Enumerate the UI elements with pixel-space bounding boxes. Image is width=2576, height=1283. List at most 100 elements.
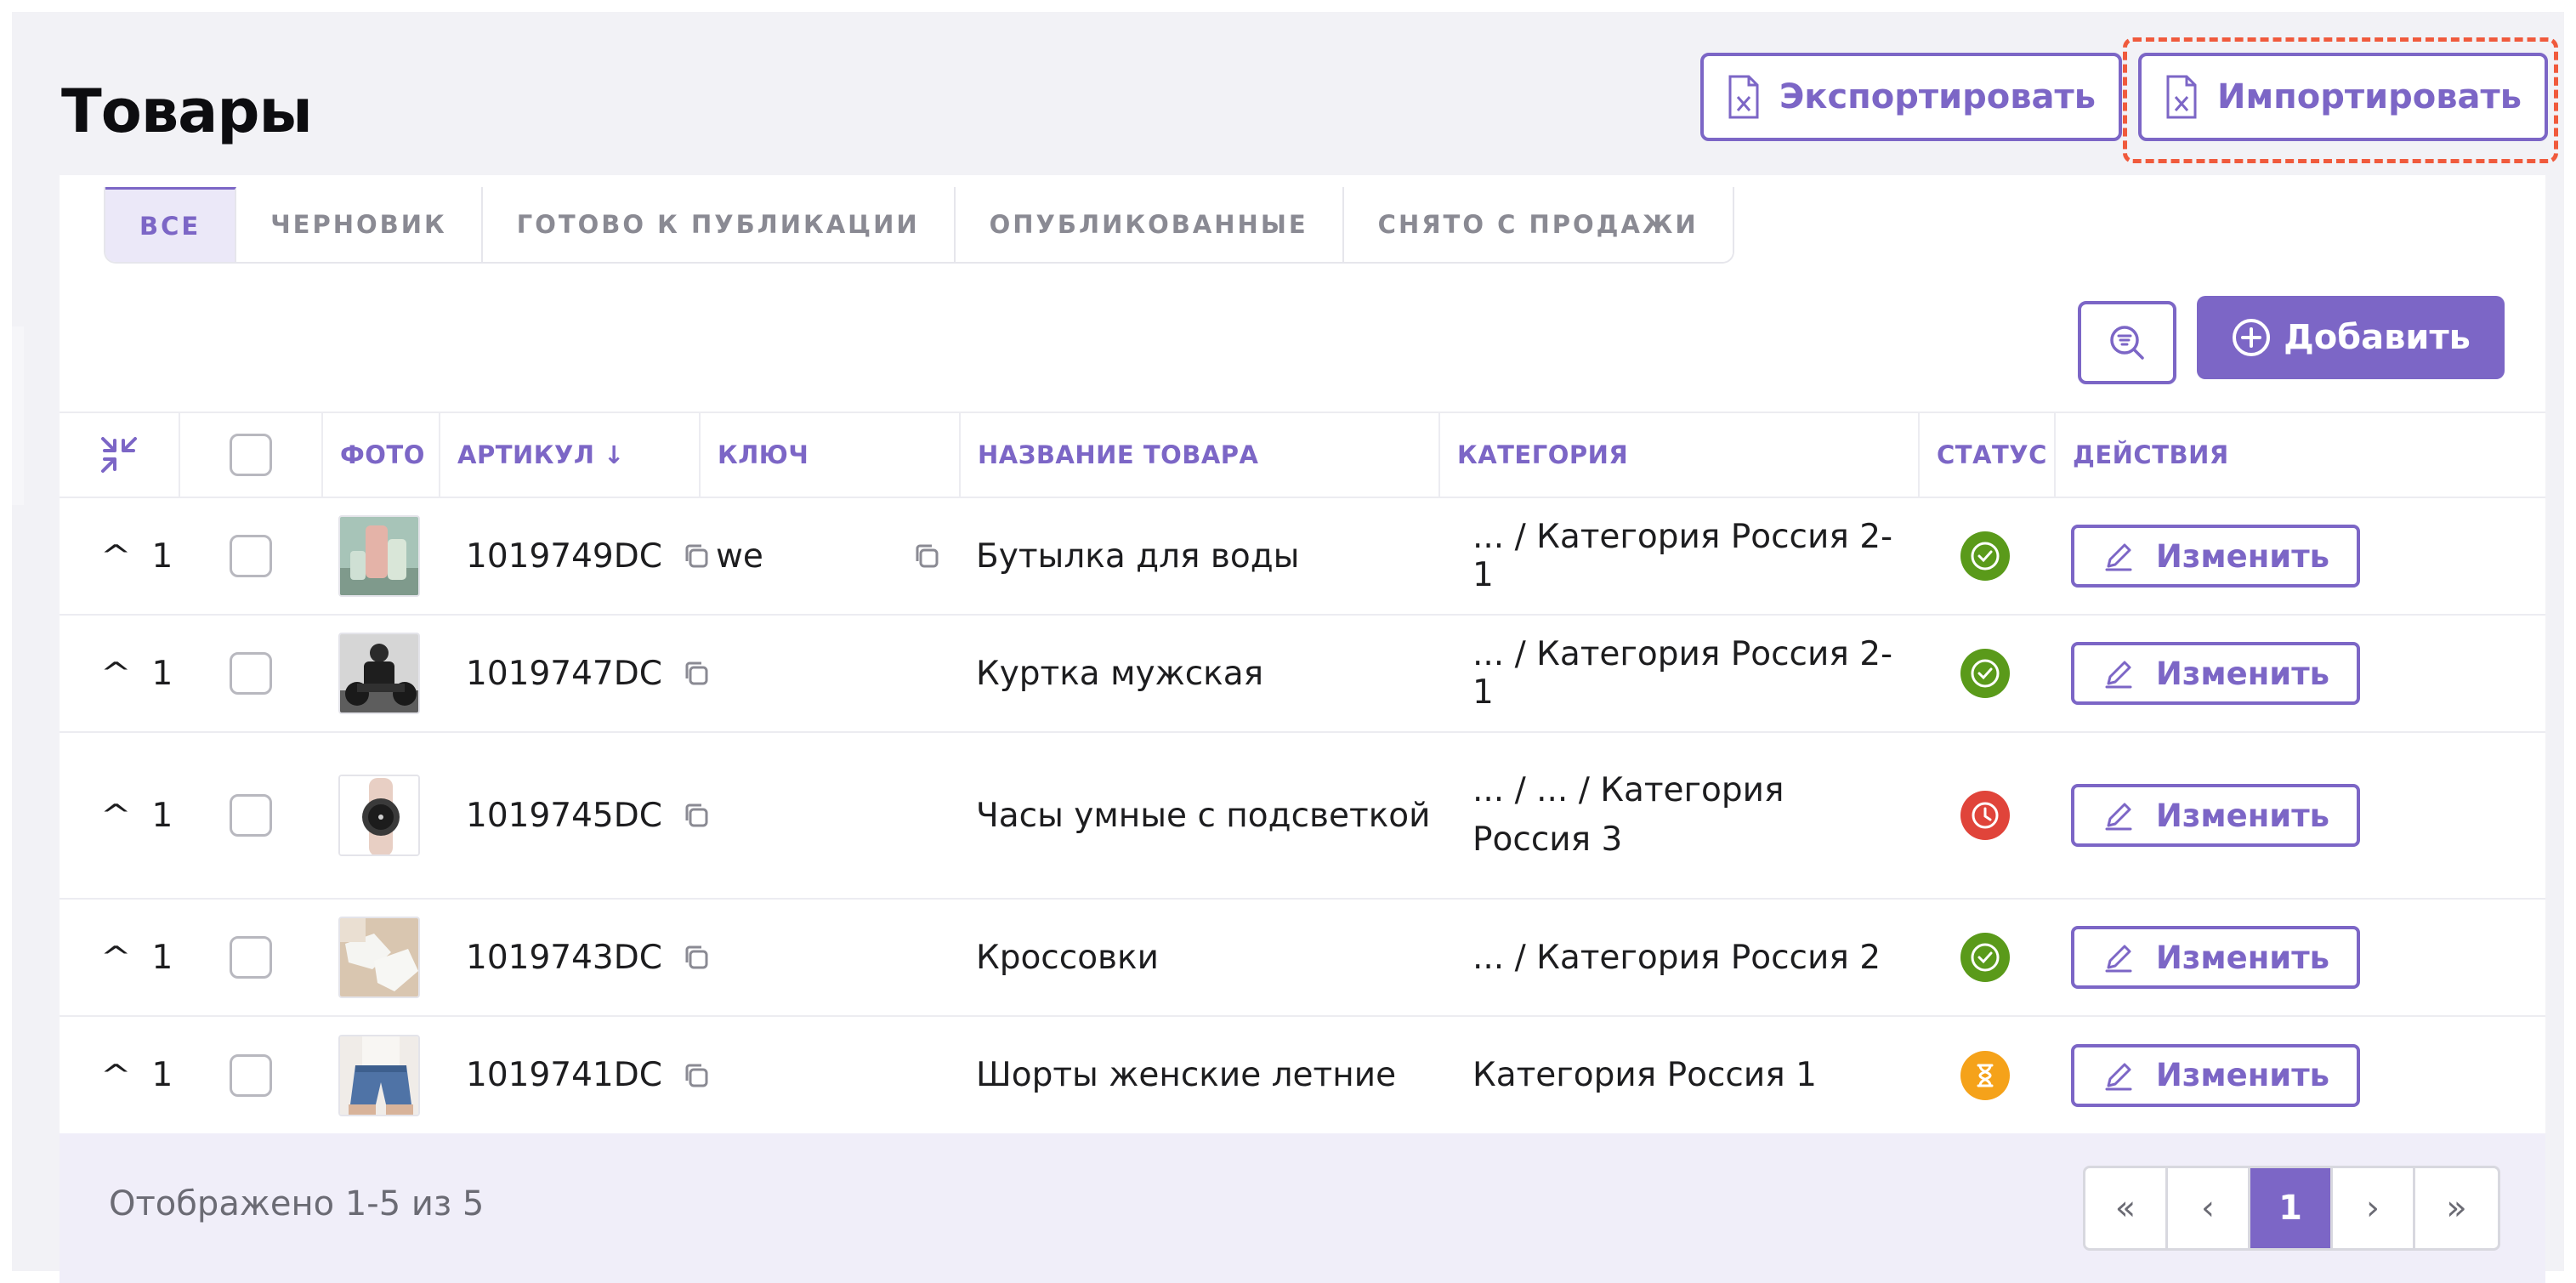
edit-button[interactable]: Изменить [2071,784,2360,847]
edit-button[interactable]: Изменить [2071,642,2360,705]
row-count: 1 [151,536,173,576]
row-checkbox[interactable] [230,794,272,837]
row-checkbox-cell [230,900,272,1015]
sku-cell: 1019741DC [466,1017,712,1133]
edit-label: Изменить [2155,655,2330,692]
product-photo-watch [338,775,420,856]
edit-button[interactable]: Изменить [2071,1043,2360,1107]
sku-cell: 1019747DC [466,616,712,731]
first-page-button[interactable]: « [2085,1168,2168,1248]
sku-value: 1019741DC [466,1056,662,1094]
edit-label: Изменить [2155,537,2330,575]
row-checkbox[interactable] [230,936,272,979]
collapse-arrows-icon[interactable] [96,432,142,478]
row-expander[interactable]: ^ 1 [100,733,173,898]
key-value: we [716,536,763,576]
row-checkbox-cell [230,498,272,614]
category-cell: ... / Категория Россия 2 [1472,938,1881,977]
status-cell [1960,1017,2010,1133]
row-count: 1 [151,796,173,835]
plus-circle-icon [2233,319,2271,356]
filter-search-button[interactable] [2078,301,2176,384]
export-button[interactable]: Экспортировать [1700,53,2122,141]
actions-cell: Изменить [2071,900,2360,1015]
row-checkbox[interactable] [230,1053,272,1097]
copy-icon[interactable] [681,541,712,571]
table-row: ^ 1 1019741DC Шорты женские летние Катего… [60,1017,2545,1133]
tab-withdrawn[interactable]: СНЯТО С ПРОДАЖИ [1343,187,1733,262]
chevron-up-icon: ^ [99,539,132,573]
status-cell [1960,900,2010,1015]
tab-draft[interactable]: ЧЕРНОВИК [236,187,483,262]
status-withdrawn-clock-icon [1960,791,2010,840]
edit-button[interactable]: Изменить [2071,926,2360,989]
edit-label: Изменить [2155,939,2330,976]
sku-value: 1019743DC [466,938,662,977]
actions-cell: Изменить [2071,498,2360,614]
pagination-info: Отображено 1-5 из 5 [109,1184,485,1223]
row-expander[interactable]: ^ 1 [100,900,173,1015]
excel-file-icon [2166,75,2197,119]
copy-icon[interactable] [911,541,942,571]
page-background: Товары Экспортировать Импортировать ВСЕ … [12,12,2564,1283]
copy-icon[interactable] [681,942,712,973]
tab-ready[interactable]: ГОТОВО К ПУБЛИКАЦИИ [482,187,956,262]
status-published-icon [1960,933,2010,982]
row-expander[interactable]: ^ 1 [100,1017,173,1133]
add-button[interactable]: Добавить [2197,296,2505,379]
product-photo-sneakers [338,917,420,998]
name-cell: Бутылка для воды [976,536,1300,576]
select-all-cell [179,413,321,497]
row-checkbox-cell [230,1017,272,1133]
prev-page-button[interactable]: ‹ [2168,1168,2250,1248]
row-checkbox-cell [230,733,272,898]
category-cell: ... / Категория Россия 2-1 [1472,635,1893,712]
page-title: Товары [61,77,313,146]
tab-published[interactable]: ОПУБЛИКОВАННЫЕ [955,187,1344,262]
edit-label: Изменить [2155,797,2330,834]
copy-icon[interactable] [681,800,712,831]
last-page-button[interactable]: » [2415,1168,2498,1248]
select-all-checkbox[interactable] [230,434,272,476]
actions-cell: Изменить [2071,1017,2360,1133]
add-label: Добавить [2284,318,2471,357]
row-count: 1 [151,938,173,977]
filter-search-icon [2110,326,2144,360]
sku-cell: 1019745DC [466,733,712,898]
category-cell: Категория Россия 1 [1472,1056,1817,1094]
row-checkbox[interactable] [230,652,272,695]
copy-icon[interactable] [681,1060,712,1091]
photo-cell [338,1017,420,1133]
sku-cell: 1019749DC [466,498,712,614]
status-pending-hourglass-icon [1960,1050,2010,1100]
column-sku[interactable]: АРТИКУЛ ↓ [439,413,699,497]
product-photo-shorts [338,1034,420,1116]
copy-icon[interactable] [681,658,712,689]
row-count: 1 [151,654,173,693]
edit-label: Изменить [2155,1057,2330,1093]
name-cell: Шорты женские летние [976,1056,1397,1094]
status-cell [1960,616,2010,731]
sku-value: 1019747DC [466,654,662,693]
table-header: ФОТО АРТИКУЛ ↓ КЛЮЧ НАЗВАНИЕ ТОВАРА КАТЕ… [60,412,2545,498]
column-name: НАЗВАНИЕ ТОВАРА [959,413,1438,497]
status-published-icon [1960,649,2010,698]
edit-button[interactable]: Изменить [2071,525,2360,588]
import-button[interactable]: Импортировать [2138,53,2548,141]
category-cell: ... / ... / Категория Россия 3 [1472,771,1784,859]
photo-cell [338,900,420,1015]
name-cell: Куртка мужская [976,654,1264,693]
pencil-icon [2105,1063,2132,1090]
sku-cell: 1019743DC [466,900,712,1015]
row-expander[interactable]: ^ 1 [100,616,173,731]
table-row: ^ 1 1019745DC Часы умные с подсветкой ...… [60,733,2545,900]
tab-all[interactable]: ВСЕ [105,187,237,262]
photo-cell [338,616,420,731]
row-expander[interactable]: ^ 1 [100,498,173,614]
current-page-button[interactable]: 1 [2250,1168,2333,1248]
name-cell: Кроссовки [976,938,1159,977]
next-page-button[interactable]: › [2333,1168,2415,1248]
row-checkbox[interactable] [230,535,272,577]
pencil-icon [2105,945,2132,973]
chevron-up-icon: ^ [99,1058,132,1093]
